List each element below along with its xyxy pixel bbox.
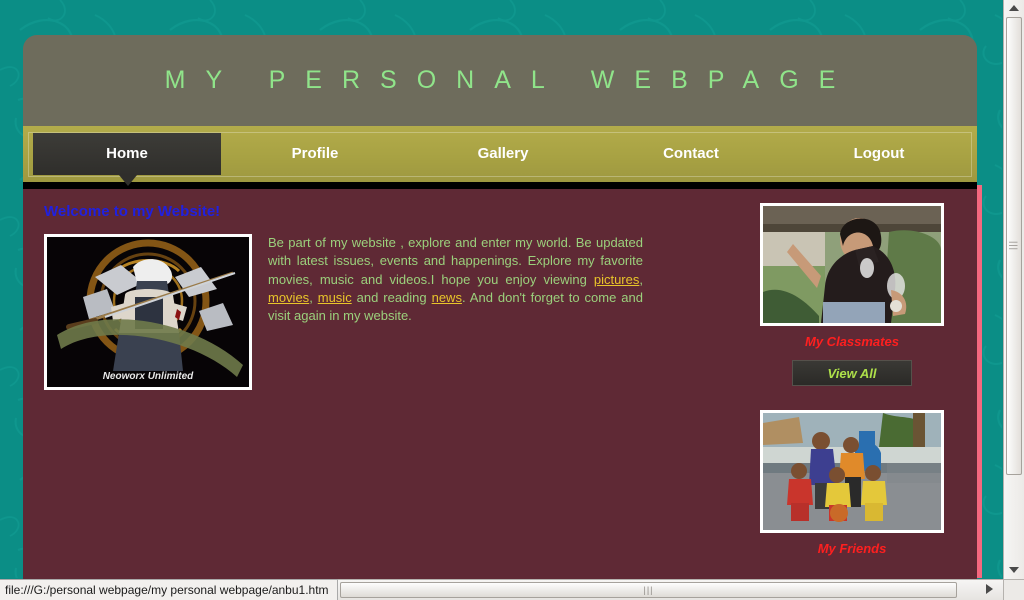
horizontal-scrollbar[interactable]: ||| (338, 579, 1003, 600)
link-news[interactable]: news (432, 290, 462, 305)
photo-caption: My Friends (817, 541, 887, 556)
scroll-up-arrow-icon[interactable] (1009, 5, 1019, 11)
accent-strip-right (977, 185, 982, 578)
main-navigation: Home Profile Gallery Contact Logout (23, 126, 977, 186)
nav-item-logout[interactable]: Logout (785, 133, 973, 175)
nav-item-label: Contact (663, 145, 719, 162)
photo-card-classmates: My Classmates View All (752, 203, 952, 386)
intro-text-mid: and reading (351, 289, 432, 305)
status-url-text: file:///G:/personal webpage/my personal … (5, 583, 329, 597)
nav-item-label: Gallery (477, 145, 529, 162)
active-tab-pointer-icon (119, 175, 137, 186)
horizontal-scrollbar-thumb[interactable]: ||| (340, 582, 957, 598)
scrollbar-corner (1003, 579, 1024, 600)
left-column: Welcome to my Website! Neoworx Unlimited… (44, 203, 664, 390)
photo-frame[interactable] (760, 203, 944, 326)
scroll-down-arrow-icon[interactable] (1009, 567, 1019, 573)
photo-card-friends: My Friends (752, 410, 952, 556)
nav-item-label: Logout (853, 145, 905, 162)
link-movies[interactable]: movies (268, 290, 309, 305)
right-sidebar: My Classmates View All My Friends (752, 203, 952, 568)
nav-item-gallery[interactable]: Gallery (409, 133, 597, 175)
intro-sep2: , (309, 289, 318, 305)
hero-image: Neoworx Unlimited (44, 234, 252, 390)
scrollbar-grip-icon: ||| (1009, 240, 1019, 252)
nav-item-label: Home (106, 145, 148, 162)
view-all-button-classmates[interactable]: View All (792, 360, 912, 386)
intro-text-part1: Be part of my website , explore and ente… (268, 235, 643, 287)
vertical-scrollbar[interactable]: ||| (1003, 0, 1024, 579)
website-shell: MY PERSONAL WEBPAGE Home Profile Gallery… (23, 35, 977, 594)
status-bar: file:///G:/personal webpage/my personal … (0, 579, 338, 600)
nav-item-contact[interactable]: Contact (597, 133, 785, 175)
photo-caption: My Classmates (805, 334, 899, 349)
intro-sep1: , (639, 271, 643, 287)
friends-group-photo-icon (763, 413, 941, 530)
browser-viewport: MY PERSONAL WEBPAGE Home Profile Gallery… (0, 0, 1024, 600)
view-all-label: View All (827, 366, 877, 381)
nav-item-home[interactable]: Home (33, 133, 221, 186)
nav-item-profile[interactable]: Profile (221, 133, 409, 175)
main-content: Welcome to my Website! Neoworx Unlimited… (23, 189, 977, 594)
svg-text:Neoworx Unlimited: Neoworx Unlimited (103, 371, 194, 382)
intro-paragraph: Be part of my website , explore and ente… (268, 234, 643, 325)
link-music[interactable]: music (318, 290, 352, 305)
scrollbar-grip-icon: ||| (643, 585, 654, 595)
scroll-right-arrow-icon[interactable] (986, 584, 993, 594)
classmate-photo-icon (763, 206, 941, 323)
anime-character-artwork-icon: Neoworx Unlimited (47, 237, 249, 387)
site-header: MY PERSONAL WEBPAGE (23, 35, 977, 126)
link-pictures[interactable]: pictures (594, 272, 640, 287)
nav-divider (23, 182, 977, 189)
intro-row: Neoworx Unlimited Be part of my website … (44, 234, 664, 390)
photo-frame[interactable] (760, 410, 944, 533)
welcome-heading: Welcome to my Website! (44, 203, 221, 220)
vertical-scrollbar-thumb[interactable]: ||| (1006, 17, 1022, 475)
page-title: MY PERSONAL WEBPAGE (164, 66, 856, 94)
nav-item-label: Profile (291, 145, 339, 162)
